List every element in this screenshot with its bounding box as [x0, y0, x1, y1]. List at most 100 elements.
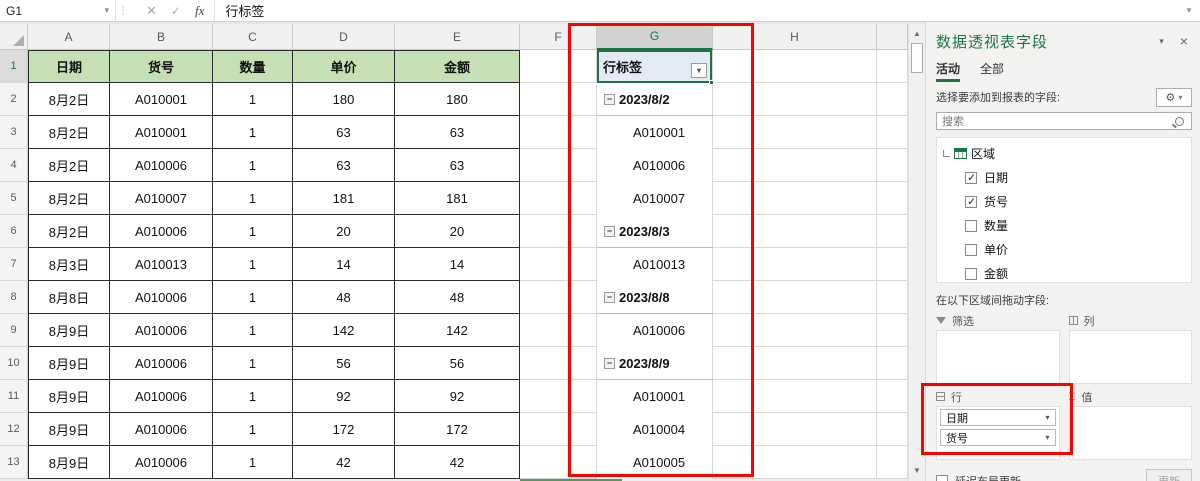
cell-F5[interactable]	[520, 182, 597, 215]
insert-function-icon[interactable]: fx	[195, 3, 204, 19]
pivot-group-row[interactable]: −2023/8/2	[597, 83, 713, 116]
cell-A11[interactable]: 8月9日	[28, 380, 110, 413]
update-button[interactable]: 更新	[1146, 469, 1192, 481]
cell-F4[interactable]	[520, 149, 597, 182]
cell-B12[interactable]: A010006	[110, 413, 213, 446]
cell-D11[interactable]: 92	[293, 380, 395, 413]
cell-A7[interactable]: 8月3日	[28, 248, 110, 281]
column-header-A[interactable]: A	[28, 24, 110, 50]
field-checkbox[interactable]	[965, 195, 977, 208]
scroll-up-icon[interactable]: ▲	[909, 26, 925, 42]
field-options-button[interactable]: ⚙ ▾	[1156, 87, 1192, 107]
row-field-pill[interactable]: 日期 ▾	[940, 409, 1056, 426]
cell-F13[interactable]	[520, 446, 597, 479]
field-search-input[interactable]: 搜索	[936, 112, 1192, 130]
row-header-3[interactable]: 3	[0, 116, 28, 149]
field-row[interactable]: 数量	[965, 217, 1187, 234]
collapse-icon[interactable]: −	[604, 357, 615, 369]
column-header-C[interactable]: C	[213, 24, 293, 50]
cell-H2[interactable]	[713, 83, 877, 116]
cell-H3[interactable]	[713, 116, 877, 149]
cell-C8[interactable]: 1	[213, 281, 293, 314]
cell-H8[interactable]	[713, 281, 877, 314]
cell-F10[interactable]	[520, 347, 597, 380]
cell-E11[interactable]: 92	[395, 380, 520, 413]
cell-H1[interactable]	[713, 50, 877, 83]
rows-dropzone[interactable]: 日期 ▾ 货号 ▾	[936, 406, 1060, 460]
cell-D12[interactable]: 172	[293, 413, 395, 446]
cell-C3[interactable]: 1	[213, 116, 293, 149]
row-header-10[interactable]: 10	[0, 347, 28, 380]
pivot-item-row[interactable]: A010001	[597, 116, 713, 149]
select-all-corner[interactable]	[0, 24, 28, 50]
scroll-down-icon[interactable]: ▼	[909, 463, 925, 479]
cell-E4[interactable]: 63	[395, 149, 520, 182]
cell-B5[interactable]: A010007	[110, 182, 213, 215]
pivot-item-row[interactable]: A010004	[597, 413, 713, 446]
cell-H5[interactable]	[713, 182, 877, 215]
pivot-item-row[interactable]: A010013	[597, 248, 713, 281]
field-checkbox[interactable]	[965, 243, 977, 256]
cell-B7[interactable]: A010013	[110, 248, 213, 281]
cell-E12[interactable]: 172	[395, 413, 520, 446]
field-checkbox[interactable]	[965, 267, 977, 280]
cell-H10[interactable]	[713, 347, 877, 380]
vertical-scrollbar[interactable]: ▲ ▼	[908, 24, 925, 481]
cell-C7[interactable]: 1	[213, 248, 293, 281]
collapse-icon[interactable]: −	[604, 225, 615, 237]
column-header-B[interactable]: B	[110, 24, 213, 50]
cell-I13[interactable]	[877, 446, 908, 479]
pivot-item-row[interactable]: A010005	[597, 446, 713, 479]
cell-I4[interactable]	[877, 149, 908, 182]
cell-H4[interactable]	[713, 149, 877, 182]
cell-I7[interactable]	[877, 248, 908, 281]
cell-F11[interactable]	[520, 380, 597, 413]
column-header-E[interactable]: E	[395, 24, 520, 50]
pane-options-icon[interactable]: ▾	[1159, 36, 1164, 47]
pane-tab[interactable]: 活动	[936, 60, 961, 82]
values-dropzone[interactable]	[1068, 406, 1192, 460]
collapse-icon[interactable]: −	[604, 93, 615, 105]
filters-dropzone[interactable]	[936, 330, 1060, 384]
cell-D13[interactable]: 42	[293, 446, 395, 479]
scrollbar-thumb[interactable]	[911, 43, 923, 73]
cell-I10[interactable]	[877, 347, 908, 380]
cell-I9[interactable]	[877, 314, 908, 347]
cell-C1[interactable]: 数量	[213, 50, 293, 83]
row-header-2[interactable]: 2	[0, 83, 28, 116]
cell-I11[interactable]	[877, 380, 908, 413]
cell-I1[interactable]	[877, 50, 908, 83]
cell-D10[interactable]: 56	[293, 347, 395, 380]
cell-A9[interactable]: 8月9日	[28, 314, 110, 347]
cell-E10[interactable]: 56	[395, 347, 520, 380]
cell-D5[interactable]: 181	[293, 182, 395, 215]
cell-B9[interactable]: A010006	[110, 314, 213, 347]
cell-B11[interactable]: A010006	[110, 380, 213, 413]
cell-E5[interactable]: 181	[395, 182, 520, 215]
row-header-6[interactable]: 6	[0, 215, 28, 248]
cell-E2[interactable]: 180	[395, 83, 520, 116]
pivot-group-row[interactable]: −2023/8/9	[597, 347, 713, 380]
cell-A5[interactable]: 8月2日	[28, 182, 110, 215]
cell-I3[interactable]	[877, 116, 908, 149]
row-header-12[interactable]: 12	[0, 413, 28, 446]
cell-D2[interactable]: 180	[293, 83, 395, 116]
cell-B1[interactable]: 货号	[110, 50, 213, 83]
cell-F12[interactable]	[520, 413, 597, 446]
pivot-filter-dropdown-icon[interactable]: ▾	[691, 63, 707, 78]
cell-E7[interactable]: 14	[395, 248, 520, 281]
field-group-row[interactable]: 区域	[941, 145, 1187, 162]
cell-B13[interactable]: A010006	[110, 446, 213, 479]
cell-E9[interactable]: 142	[395, 314, 520, 347]
field-checkbox[interactable]	[965, 219, 977, 232]
cell-E13[interactable]: 42	[395, 446, 520, 479]
cell-F1[interactable]	[520, 50, 597, 83]
collapse-icon[interactable]: −	[604, 291, 615, 303]
pane-tab[interactable]: 全部	[980, 60, 1004, 82]
cell-D8[interactable]: 48	[293, 281, 395, 314]
cell-B4[interactable]: A010006	[110, 149, 213, 182]
pivot-item-row[interactable]: A010006	[597, 149, 713, 182]
cell-D6[interactable]: 20	[293, 215, 395, 248]
cell-F9[interactable]	[520, 314, 597, 347]
cell-A2[interactable]: 8月2日	[28, 83, 110, 116]
